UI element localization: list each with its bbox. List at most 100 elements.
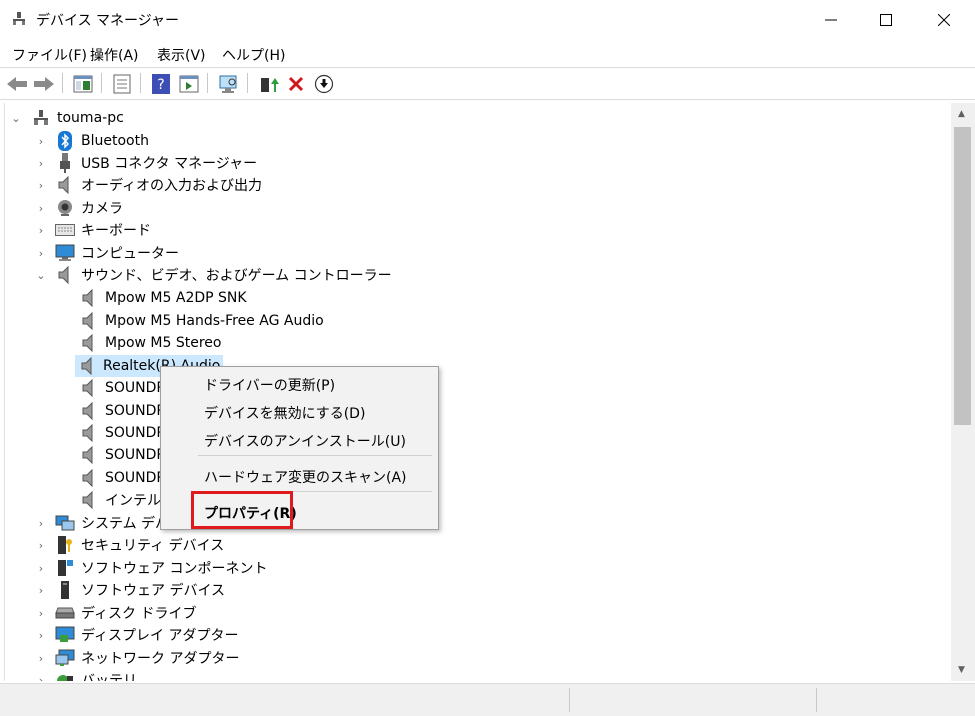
software-component-icon: [55, 558, 75, 578]
tree-item-audio-io[interactable]: › オーディオの入力および出力: [5, 174, 262, 196]
menu-file[interactable]: ファイル(F): [12, 45, 87, 65]
device-manager-icon: [11, 11, 27, 27]
tree-item-label: Mpow M5 Hands-Free AG Audio: [105, 313, 324, 329]
security-key-icon: [55, 535, 75, 555]
computer-icon: [31, 108, 51, 128]
tree-item-display-adapters[interactable]: › ディスプレイ アダプター: [5, 624, 238, 646]
tree-item-bluetooth[interactable]: › Bluetooth: [5, 130, 149, 152]
tree-item-disk-drives[interactable]: › ディスク ドライブ: [5, 602, 197, 624]
software-device-icon: [55, 580, 75, 600]
tree-item-device[interactable]: SOUNDP: [79, 377, 165, 399]
properties-highlight-box: [191, 491, 293, 529]
tree-item-device[interactable]: Mpow M5 Hands-Free AG Audio: [79, 310, 324, 332]
tree-item-network-adapters[interactable]: › ネットワーク アダプター: [5, 647, 239, 669]
tree-item-security-devices[interactable]: › セキュリティ デバイス: [5, 534, 224, 556]
chevron-right-icon[interactable]: ›: [36, 224, 46, 237]
menu-view[interactable]: 表示(V): [157, 45, 206, 65]
chevron-right-icon[interactable]: ›: [36, 517, 46, 530]
update-driver-icon[interactable]: [258, 73, 280, 95]
tree-item-software-devices[interactable]: › ソフトウェア デバイス: [5, 579, 225, 601]
speaker-icon: [79, 445, 99, 465]
chevron-right-icon[interactable]: ›: [36, 247, 46, 260]
speaker-icon: [79, 468, 99, 488]
chevron-right-icon[interactable]: ›: [36, 562, 46, 575]
tree-item-label: セキュリティ デバイス: [81, 538, 225, 554]
tree-item-label: コンピューター: [81, 246, 179, 262]
speaker-icon: [55, 175, 75, 195]
tree-item-label: オーディオの入力および出力: [81, 178, 263, 194]
chevron-right-icon[interactable]: ›: [36, 539, 46, 552]
help-icon[interactable]: ?: [150, 73, 172, 95]
tree-item-camera[interactable]: › カメラ: [5, 197, 123, 219]
tree-item-label: Bluetooth: [81, 133, 149, 149]
chevron-right-icon[interactable]: ›: [36, 202, 46, 215]
context-menu-separator: [198, 455, 432, 456]
tree-item-device[interactable]: SOUNDP: [79, 400, 165, 422]
tree-item-label: カメラ: [81, 201, 123, 217]
tree-item-device[interactable]: Mpow M5 A2DP SNK: [79, 287, 247, 309]
svg-text:?: ?: [157, 77, 164, 93]
tree-item-label: キーボード: [81, 223, 151, 239]
forward-arrow-icon[interactable]: [33, 73, 55, 95]
context-menu-update-driver[interactable]: ドライバーの更新(P): [204, 375, 335, 395]
menu-help[interactable]: ヘルプ(H): [222, 45, 285, 65]
network-adapter-icon: [55, 648, 75, 668]
tree-item-system-devices[interactable]: › システム デバイ: [5, 512, 183, 534]
tree-item-sound-video-game[interactable]: ⌄ サウンド、ビデオ、およびゲーム コントローラー: [5, 264, 392, 286]
tree-item-device[interactable]: SOUNDP: [79, 422, 165, 444]
tree-item-device[interactable]: Mpow M5 Stereo: [79, 332, 221, 354]
tree-item-computer[interactable]: › コンピューター: [5, 242, 179, 264]
chevron-right-icon[interactable]: ›: [36, 652, 46, 665]
disable-device-icon[interactable]: [313, 73, 335, 95]
system-folder-icon: [55, 513, 75, 533]
minimize-button[interactable]: [803, 0, 858, 40]
status-bar: [0, 683, 975, 716]
tree-item-battery[interactable]: › バッテリ: [5, 669, 137, 682]
tree-item-device[interactable]: SOUNDP: [79, 444, 165, 466]
chevron-right-icon[interactable]: ›: [36, 584, 46, 597]
scroll-down-arrow-icon[interactable]: ▼: [958, 665, 965, 675]
show-hide-console-tree-icon[interactable]: [72, 73, 94, 95]
chevron-down-icon[interactable]: ⌄: [36, 269, 46, 282]
context-menu-disable-device[interactable]: デバイスを無効にする(D): [204, 403, 365, 423]
device-tree: ⌄ touma-pc › Bluetooth › USB コネクタ マネージャー: [4, 103, 952, 681]
scroll-up-arrow-icon[interactable]: ▲: [958, 109, 965, 119]
tree-root[interactable]: ⌄ touma-pc: [5, 107, 124, 129]
maximize-button[interactable]: [858, 0, 913, 40]
tree-item-label: SOUNDP: [105, 470, 165, 486]
speaker-icon: [79, 378, 99, 398]
toolbar: ?: [0, 67, 975, 100]
action-pane-icon[interactable]: [178, 73, 200, 95]
display-adapter-icon: [55, 625, 75, 645]
tree-item-label: サウンド、ビデオ、およびゲーム コントローラー: [81, 268, 392, 284]
tree-item-label: USB コネクタ マネージャー: [81, 156, 258, 172]
speaker-icon: [79, 356, 97, 376]
uninstall-icon[interactable]: [285, 73, 307, 95]
bluetooth-icon: [55, 131, 75, 151]
chevron-right-icon[interactable]: ›: [36, 629, 46, 642]
close-button[interactable]: [916, 0, 971, 40]
tree-item-software-components[interactable]: › ソフトウェア コンポーネント: [5, 557, 267, 579]
tree-item-device[interactable]: SOUNDP: [79, 467, 165, 489]
speaker-icon: [79, 311, 99, 331]
chevron-right-icon[interactable]: ›: [36, 135, 46, 148]
tree-item-usb-connector[interactable]: › USB コネクタ マネージャー: [5, 152, 257, 174]
keyboard-icon: [55, 220, 75, 240]
back-arrow-icon[interactable]: [6, 73, 28, 95]
chevron-right-icon[interactable]: ›: [36, 157, 46, 170]
tree-item-label: SOUNDP: [105, 425, 165, 441]
chevron-right-icon[interactable]: ›: [36, 674, 46, 682]
tree-item-label: SOUNDP: [105, 380, 165, 396]
chevron-right-icon[interactable]: ›: [36, 179, 46, 192]
context-menu-uninstall-device[interactable]: デバイスのアンインストール(U): [204, 431, 406, 451]
context-menu-scan-hardware[interactable]: ハードウェア変更のスキャン(A): [204, 467, 407, 487]
tree-item-label: バッテリ: [81, 673, 137, 681]
chevron-right-icon[interactable]: ›: [36, 607, 46, 620]
properties-icon[interactable]: [111, 73, 133, 95]
menu-action[interactable]: 操作(A): [90, 45, 139, 65]
usb-icon: [55, 153, 75, 173]
scrollbar-thumb[interactable]: [954, 127, 971, 425]
tree-item-keyboard[interactable]: › キーボード: [5, 219, 151, 241]
chevron-down-icon[interactable]: ⌄: [11, 112, 21, 125]
scan-hardware-icon[interactable]: [218, 73, 240, 95]
